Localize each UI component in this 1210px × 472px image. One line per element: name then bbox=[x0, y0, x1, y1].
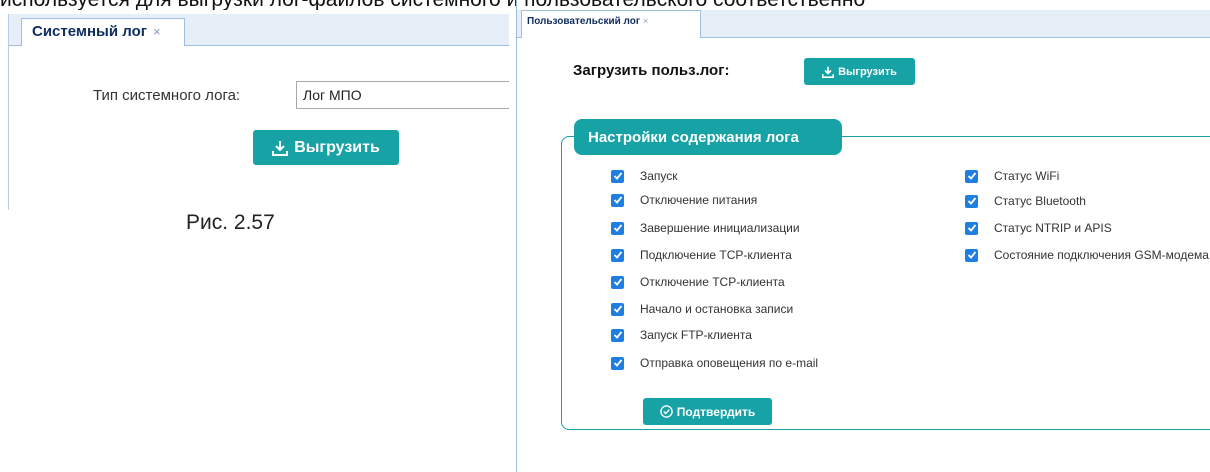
option-label: Запуск bbox=[640, 169, 678, 183]
option-label: Статус NTRIP и APIS bbox=[994, 221, 1112, 235]
checkmark-icon bbox=[613, 278, 622, 286]
checkmark-icon bbox=[613, 172, 622, 180]
option-label: Запуск FTP-клиента bbox=[640, 328, 752, 342]
user-log-panel: Пользовательский лог × Загрузить польз.ло… bbox=[516, 0, 1210, 472]
tab-system-log-label: Системный лог bbox=[32, 23, 147, 40]
option-email-alert[interactable]: Отправка оповещения по e-mail bbox=[611, 356, 818, 370]
system-log-tabbar: Системный лог × bbox=[9, 14, 509, 46]
option-init-complete[interactable]: Завершение инициализации bbox=[611, 221, 800, 235]
check-circle-icon bbox=[659, 405, 673, 418]
tab-system-log[interactable]: Системный лог × bbox=[21, 18, 185, 46]
checkbox[interactable] bbox=[611, 221, 624, 235]
checkmark-icon bbox=[613, 251, 622, 259]
option-gsm-status[interactable]: Состояние подключения GSM-модема bbox=[965, 248, 1209, 262]
option-label: Завершение инициализации bbox=[640, 221, 800, 235]
confirm-label: Подтвердить bbox=[676, 404, 756, 419]
system-log-export-button[interactable]: Выгрузить bbox=[253, 130, 399, 165]
log-type-select[interactable]: Лог МПО bbox=[296, 81, 509, 109]
option-wifi-status[interactable]: Статус WiFi bbox=[965, 169, 1059, 183]
upload-user-log-label: Загрузить польз.лог: bbox=[573, 62, 730, 79]
figure-caption: Рис. 2.57 bbox=[186, 211, 275, 234]
tab-user-log-label: Пользовательский лог bbox=[527, 16, 641, 27]
log-type-label: Тип системного лога: bbox=[93, 87, 241, 104]
option-power-off[interactable]: Отключение питания bbox=[611, 193, 757, 207]
checkbox[interactable] bbox=[611, 275, 624, 289]
checkmark-icon bbox=[967, 251, 976, 259]
option-label: Состояние подключения GSM-модема bbox=[994, 248, 1209, 262]
checkbox[interactable] bbox=[965, 194, 978, 208]
checkmark-icon bbox=[967, 197, 976, 205]
checkbox[interactable] bbox=[965, 221, 978, 235]
option-tcp-connect[interactable]: Подключение TCP-клиента bbox=[611, 248, 792, 262]
user-log-export-label: Выгрузить bbox=[838, 65, 897, 78]
checkmark-icon bbox=[967, 172, 976, 180]
checkbox[interactable] bbox=[611, 302, 624, 316]
user-log-export-button[interactable]: Выгрузить bbox=[804, 58, 915, 85]
checkbox[interactable] bbox=[965, 248, 978, 262]
user-log-tabbar: Пользовательский лог × bbox=[517, 10, 1210, 38]
checkbox[interactable] bbox=[611, 356, 624, 370]
log-settings-legend: Настройки содержания лога bbox=[574, 119, 842, 155]
option-launch[interactable]: Запуск bbox=[611, 169, 678, 183]
option-label: Отключение питания bbox=[640, 193, 758, 207]
option-label: Статус WiFi bbox=[994, 169, 1060, 183]
option-label: Отправка оповещения по e-mail bbox=[640, 356, 819, 370]
tab-close-icon[interactable]: × bbox=[153, 24, 161, 39]
option-label: Начало и остановка записи bbox=[640, 302, 794, 316]
option-ntrip-apis-status[interactable]: Статус NTRIP и APIS bbox=[965, 221, 1112, 235]
option-record-start-stop[interactable]: Начало и остановка записи bbox=[611, 302, 793, 316]
checkmark-icon bbox=[613, 224, 622, 232]
option-label: Подключение TCP-клиента bbox=[640, 248, 792, 262]
option-label: Отключение TCP-клиента bbox=[640, 275, 785, 289]
checkbox[interactable] bbox=[611, 248, 624, 262]
checkbox[interactable] bbox=[611, 193, 624, 207]
option-label: Статус Bluetooth bbox=[994, 194, 1086, 208]
option-bluetooth-status[interactable]: Статус Bluetooth bbox=[965, 194, 1086, 208]
tab-close-icon[interactable]: × bbox=[643, 16, 648, 26]
checkbox[interactable] bbox=[611, 328, 624, 342]
confirm-button[interactable]: Подтвердить bbox=[643, 398, 772, 425]
checkmark-icon bbox=[613, 305, 622, 313]
download-icon bbox=[822, 66, 835, 78]
download-icon bbox=[272, 140, 289, 156]
checkmark-icon bbox=[613, 359, 622, 367]
system-log-panel: Системный лог × Тип системного лога: Лог … bbox=[8, 14, 509, 210]
checkmark-icon bbox=[613, 331, 622, 339]
tab-user-log[interactable]: Пользовательский лог × bbox=[521, 10, 701, 38]
option-tcp-disconnect[interactable]: Отключение TCP-клиента bbox=[611, 275, 785, 289]
checkmark-icon bbox=[967, 224, 976, 232]
checkbox[interactable] bbox=[965, 169, 978, 183]
system-log-export-label: Выгрузить bbox=[294, 138, 380, 156]
checkbox[interactable] bbox=[611, 169, 624, 183]
option-ftp-launch[interactable]: Запуск FTP-клиента bbox=[611, 328, 752, 342]
checkmark-icon bbox=[613, 196, 622, 204]
